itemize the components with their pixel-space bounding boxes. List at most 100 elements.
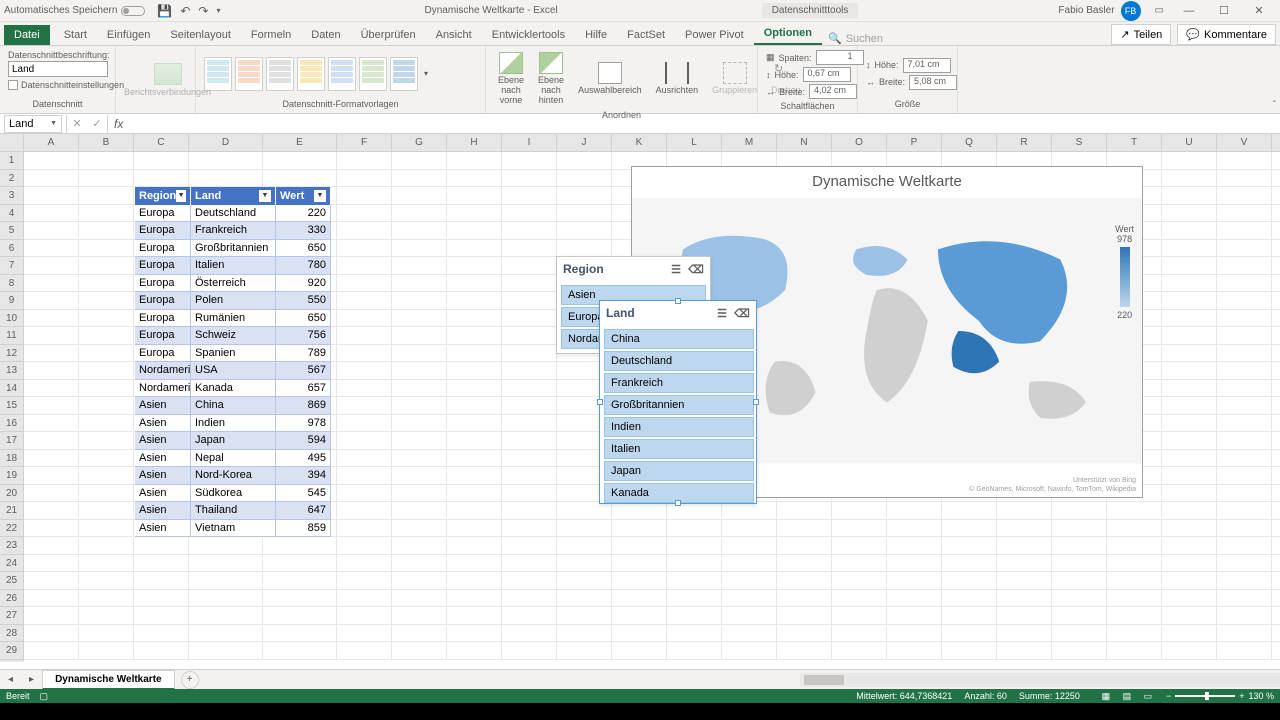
columns-spinner[interactable]: 1: [816, 50, 864, 65]
row-header[interactable]: 6: [0, 240, 24, 258]
table-row[interactable]: AsienSüdkorea545: [135, 485, 331, 503]
table-row[interactable]: AsienThailand647: [135, 502, 331, 520]
col-header[interactable]: H: [447, 134, 502, 151]
slicer-style-gallery[interactable]: [204, 57, 418, 91]
col-header[interactable]: F: [337, 134, 392, 151]
toggle-switch-icon[interactable]: [121, 6, 145, 16]
col-header[interactable]: K: [612, 134, 667, 151]
multi-select-icon[interactable]: ☰: [668, 261, 684, 277]
col-header[interactable]: U: [1162, 134, 1217, 151]
col-header[interactable]: I: [502, 134, 557, 151]
row-header[interactable]: 13: [0, 362, 24, 380]
slicer-settings-link[interactable]: Datenschnitteinstellungen: [8, 80, 124, 90]
filter-dropdown-icon[interactable]: ▼: [176, 190, 186, 202]
col-header[interactable]: O: [832, 134, 887, 151]
slicer-style-item[interactable]: [266, 57, 294, 91]
autosave-toggle[interactable]: Automatisches Speichern: [4, 5, 145, 16]
table-row[interactable]: EuropaSchweiz756: [135, 327, 331, 345]
row-header[interactable]: 8: [0, 275, 24, 293]
col-header[interactable]: M: [722, 134, 777, 151]
tell-me-search[interactable]: 🔍 Suchen: [828, 32, 883, 45]
row-header[interactable]: 7: [0, 257, 24, 275]
user-account[interactable]: Fabio Basler FB ▭: [1058, 1, 1164, 21]
table-row[interactable]: NordamerikaKanada657: [135, 380, 331, 398]
row-header[interactable]: 18: [0, 450, 24, 468]
slicer-width-spinner[interactable]: 5,08 cm: [909, 75, 957, 90]
sheet-nav-prev-icon[interactable]: ◂: [0, 674, 21, 685]
row-header[interactable]: 12: [0, 345, 24, 363]
share-button[interactable]: ↗Teilen: [1111, 24, 1171, 45]
row-header[interactable]: 28: [0, 625, 24, 643]
ribbon-tab-formeln[interactable]: Formeln: [241, 25, 301, 45]
multi-select-icon[interactable]: ☰: [714, 305, 730, 321]
col-header[interactable]: D: [189, 134, 263, 151]
collapse-ribbon-icon[interactable]: ˆ: [1273, 100, 1276, 111]
row-header[interactable]: 26: [0, 590, 24, 608]
row-header[interactable]: 23: [0, 537, 24, 555]
table-row[interactable]: AsienJapan594: [135, 432, 331, 450]
row-header[interactable]: 19: [0, 467, 24, 485]
slicer-item[interactable]: Frankreich: [604, 373, 754, 393]
row-header[interactable]: 3: [0, 187, 24, 205]
ribbon-tab-überprüfen[interactable]: Überprüfen: [351, 25, 426, 45]
ribbon-tab-datei[interactable]: Datei: [4, 25, 50, 45]
scroll-thumb[interactable]: [804, 675, 844, 685]
table-row[interactable]: EuropaPolen550: [135, 292, 331, 310]
row-header[interactable]: 5: [0, 222, 24, 240]
row-header[interactable]: 15: [0, 397, 24, 415]
slicer-item[interactable]: Großbritannien: [604, 395, 754, 415]
button-height-spinner[interactable]: 0,67 cm: [803, 67, 851, 82]
table-row[interactable]: EuropaÖsterreich920: [135, 275, 331, 293]
slicer-style-item[interactable]: [359, 57, 387, 91]
undo-icon[interactable]: ↶: [180, 4, 190, 18]
col-header[interactable]: P: [887, 134, 942, 151]
rotate-button[interactable]: ↻Drehen: [767, 60, 805, 98]
col-header[interactable]: V: [1217, 134, 1272, 151]
resize-handle[interactable]: [675, 500, 681, 506]
col-header[interactable]: E: [263, 134, 337, 151]
slicer-item[interactable]: Indien: [604, 417, 754, 437]
row-header[interactable]: 2: [0, 170, 24, 188]
resize-handle[interactable]: [753, 399, 759, 405]
gallery-more-icon[interactable]: ▾: [424, 69, 428, 78]
col-header[interactable]: J: [557, 134, 612, 151]
report-connections-button[interactable]: Berichtsverbindungen: [124, 63, 211, 97]
row-header[interactable]: 17: [0, 432, 24, 450]
slicer-item[interactable]: China: [604, 329, 754, 349]
horizontal-scrollbar[interactable]: [800, 673, 1280, 687]
header-land[interactable]: Land▼: [191, 187, 276, 205]
table-row[interactable]: AsienIndien978: [135, 415, 331, 433]
table-row[interactable]: AsienNepal495: [135, 450, 331, 468]
row-header[interactable]: 25: [0, 572, 24, 590]
zoom-control[interactable]: − + 130 %: [1166, 691, 1274, 701]
ribbon-tab-seitenlayout[interactable]: Seitenlayout: [160, 25, 241, 45]
button-width-spinner[interactable]: 4,02 cm: [809, 84, 857, 99]
slicer-item[interactable]: Italien: [604, 439, 754, 459]
page-break-icon[interactable]: ▭: [1138, 690, 1158, 702]
close-button[interactable]: ✕: [1242, 0, 1276, 22]
resize-handle[interactable]: [597, 399, 603, 405]
macro-record-icon[interactable]: ▢: [40, 691, 49, 702]
row-header[interactable]: 24: [0, 555, 24, 573]
slicer-item[interactable]: Deutschland: [604, 351, 754, 371]
zoom-slider[interactable]: [1175, 695, 1235, 697]
row-header[interactable]: 27: [0, 607, 24, 625]
align-button[interactable]: Ausrichten: [652, 60, 703, 98]
col-header[interactable]: C: [134, 134, 189, 151]
col-header[interactable]: T: [1107, 134, 1162, 151]
minimize-button[interactable]: —: [1172, 0, 1206, 22]
sheet-tab[interactable]: Dynamische Weltkarte: [42, 670, 175, 690]
table-row[interactable]: EuropaGroßbritannien650: [135, 240, 331, 258]
slicer-style-item[interactable]: [328, 57, 356, 91]
cancel-formula-icon[interactable]: ✕: [67, 115, 87, 133]
avatar-icon[interactable]: FB: [1121, 1, 1141, 21]
table-row[interactable]: AsienChina869: [135, 397, 331, 415]
send-backward-button[interactable]: Ebene nach hinten: [534, 50, 568, 108]
save-icon[interactable]: 💾: [157, 4, 172, 18]
ribbon-display-icon[interactable]: ▭: [1155, 5, 1164, 16]
ribbon-tab-daten[interactable]: Daten: [301, 25, 350, 45]
clear-filter-icon[interactable]: ⌫: [734, 305, 750, 321]
filter-dropdown-icon[interactable]: ▼: [259, 190, 271, 202]
row-header[interactable]: 1: [0, 152, 24, 170]
resize-handle[interactable]: [675, 298, 681, 304]
